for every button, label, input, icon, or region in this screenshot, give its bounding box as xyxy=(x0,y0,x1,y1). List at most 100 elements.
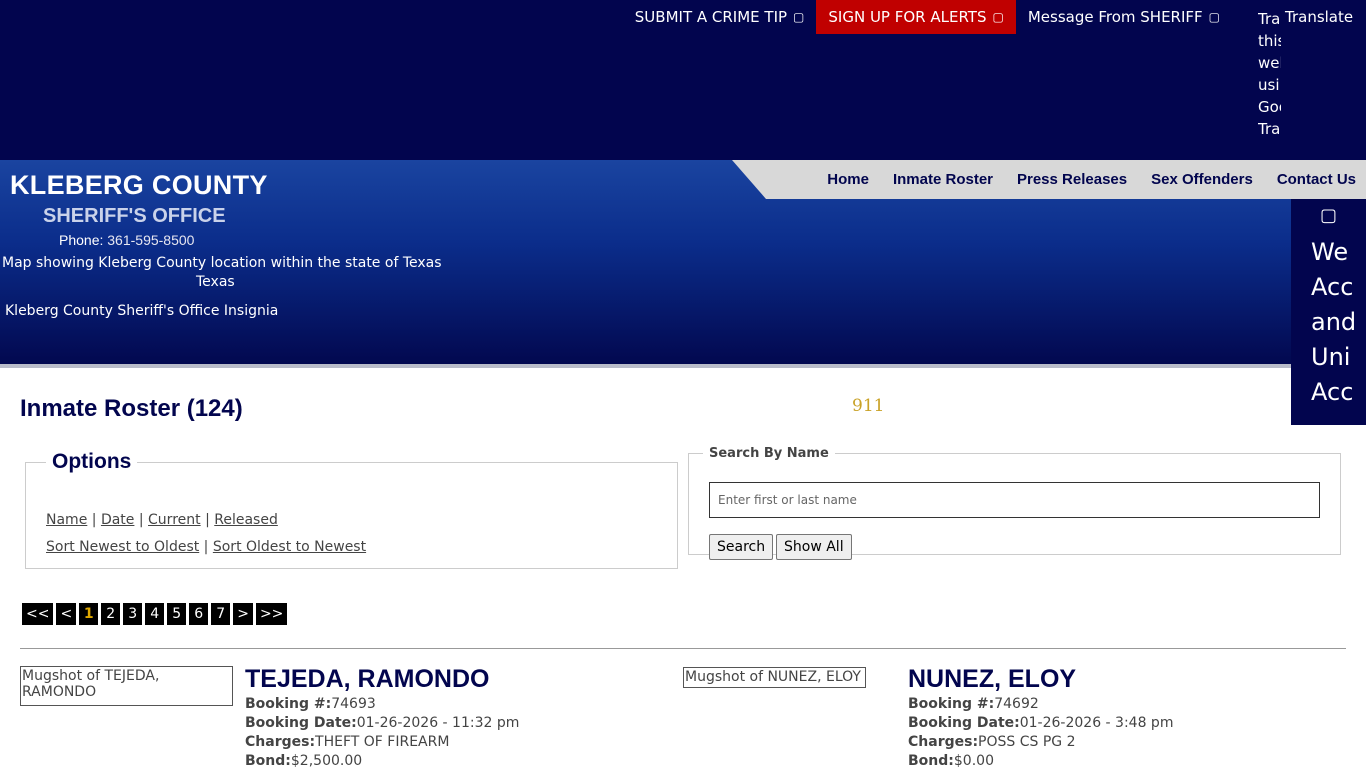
mugshot-alt: Mugshot of TEJEDA, RAMONDO xyxy=(22,668,160,700)
booking-date-label: Booking Date: xyxy=(245,715,357,731)
charges-label: Charges: xyxy=(908,734,979,750)
translate-alt-line: usi xyxy=(1258,76,1280,94)
booking-number-row: Booking #:74692 xyxy=(908,695,1173,714)
accessibility-icon: ▢ xyxy=(1320,205,1338,226)
booking-date-row: Booking Date:01-26-2026 - 11:32 pm xyxy=(245,714,519,733)
header-divider xyxy=(0,364,1366,368)
sort-oldest-link[interactable]: Sort Oldest to Newest xyxy=(213,539,366,555)
nav-inmate-roster[interactable]: Inmate Roster xyxy=(893,171,993,188)
submit-crime-tip-link[interactable]: SUBMIT A CRIME TIP ▢ xyxy=(623,0,817,34)
sort-newest-link[interactable]: Sort Newest to Oldest xyxy=(46,539,199,555)
bond-row: Bond:$0.00 xyxy=(908,752,1173,771)
translate-image-alt: Tra this wel usi Goo Tra xyxy=(1258,8,1281,140)
page-next[interactable]: > xyxy=(233,603,253,625)
site-brand[interactable]: KLEBERG COUNTY SHERIFF'S OFFICE Phone: 3… xyxy=(10,170,268,248)
page-first[interactable]: << xyxy=(22,603,54,625)
office-name: SHERIFF'S OFFICE xyxy=(43,205,226,227)
phone-line: Phone: 361-595-8500 xyxy=(59,232,194,248)
inmate-mugshot[interactable]: Mugshot of NUNEZ, ELOY xyxy=(683,667,866,688)
inmate-name[interactable]: NUNEZ, ELOY xyxy=(908,665,1076,694)
emergency-number: 911 xyxy=(852,396,885,416)
message-from-sheriff-label: Message From SHERIFF xyxy=(1027,8,1203,26)
name-search-input[interactable]: Enter first or last name xyxy=(709,482,1320,518)
charges: POSS CS PG 2 xyxy=(978,734,1076,750)
search-button[interactable]: Search xyxy=(709,534,774,560)
booking-date-row: Booking Date:01-26-2026 - 3:48 pm xyxy=(908,714,1173,733)
page-last[interactable]: >> xyxy=(255,603,288,625)
charges-row: Charges:THEFT OF FIREARM xyxy=(245,733,519,752)
booking-date: 01-26-2026 - 3:48 pm xyxy=(1019,715,1174,731)
options-panel: Options Name | Date | Current | Released… xyxy=(25,450,678,569)
roster-divider xyxy=(20,648,1346,649)
booking-number: 74693 xyxy=(331,696,376,712)
translate-alt-line: wel xyxy=(1258,54,1281,72)
external-link-icon: ▢ xyxy=(992,10,1004,24)
inmate-details: Booking #:74693 Booking Date:01-26-2026 … xyxy=(245,695,519,771)
show-all-button[interactable]: Show All xyxy=(776,534,852,560)
accessibility-image-alt: We Acc and Uni Acc xyxy=(1311,235,1357,410)
charges-label: Charges: xyxy=(245,734,316,750)
inmate-details: Booking #:74692 Booking Date:01-26-2026 … xyxy=(908,695,1173,771)
sign-up-alerts-link[interactable]: SIGN UP FOR ALERTS ▢ xyxy=(816,0,1016,34)
search-legend: Search By Name xyxy=(709,446,829,461)
page-prev[interactable]: < xyxy=(56,603,77,625)
page-6[interactable]: 6 xyxy=(189,603,209,625)
filter-name-link[interactable]: Name xyxy=(46,512,87,528)
page-2[interactable]: 2 xyxy=(101,603,121,625)
page-3[interactable]: 3 xyxy=(123,603,143,625)
options-legend: Options xyxy=(52,450,132,473)
booking-date: 01-26-2026 - 11:32 pm xyxy=(356,715,520,731)
filter-released-link[interactable]: Released xyxy=(214,512,278,528)
booking-number: 74692 xyxy=(994,696,1039,712)
translate-alt-line: Tra xyxy=(1258,120,1281,138)
filter-current-link[interactable]: Current xyxy=(148,512,201,528)
booking-date-label: Booking Date: xyxy=(908,715,1020,731)
bond: $0.00 xyxy=(953,753,994,769)
page-4[interactable]: 4 xyxy=(145,603,165,625)
nav-press-releases[interactable]: Press Releases xyxy=(1017,171,1127,188)
county-name: KLEBERG COUNTY xyxy=(10,170,268,200)
nav-home[interactable]: Home xyxy=(827,171,869,188)
nav-sex-offenders[interactable]: Sex Offenders xyxy=(1151,171,1253,188)
search-panel: Search By Name Enter first or last name … xyxy=(688,446,1341,560)
external-link-icon: ▢ xyxy=(1208,10,1220,24)
page-title: Inmate Roster (124) xyxy=(20,395,243,422)
accessibility-alt-line: and xyxy=(1311,308,1357,336)
external-link-icon: ▢ xyxy=(793,10,805,24)
insignia-alt-text: Kleberg County Sheriff's Office Insignia xyxy=(5,303,279,319)
translate-alt-line: Goo xyxy=(1258,98,1281,116)
translate-alt-line: this xyxy=(1258,32,1281,50)
charges-row: Charges:POSS CS PG 2 xyxy=(908,733,1173,752)
accessibility-widget[interactable]: ▢ We Acc and Uni Acc xyxy=(1291,199,1366,425)
translate-alt-line: Tra xyxy=(1258,10,1281,28)
bond-label: Bond: xyxy=(245,753,291,769)
filter-links: Name | Date | Current | Released xyxy=(46,512,278,528)
bond: $2,500.00 xyxy=(290,753,363,769)
inmate-mugshot[interactable]: Mugshot of TEJEDA, RAMONDO xyxy=(20,666,233,706)
inmate-name[interactable]: TEJEDA, RAMONDO xyxy=(245,665,489,694)
page-5[interactable]: 5 xyxy=(167,603,187,625)
mugshot-alt: Mugshot of NUNEZ, ELOY xyxy=(685,669,861,685)
phone-number[interactable]: 361-595-8500 xyxy=(107,232,194,248)
accessibility-alt-line: We xyxy=(1311,238,1349,266)
page-1[interactable]: 1 xyxy=(79,603,99,625)
charges: THEFT OF FIREARM xyxy=(315,734,450,750)
sign-up-alerts-label: SIGN UP FOR ALERTS xyxy=(828,8,987,26)
bond-label: Bond: xyxy=(908,753,954,769)
map-alt-text: Map showing Kleberg County location with… xyxy=(2,255,442,271)
sheriff-insignia-image: Kleberg County Sheriff's Office Insignia xyxy=(5,303,278,319)
booking-number-row: Booking #:74693 xyxy=(245,695,519,714)
bond-row: Bond:$2,500.00 xyxy=(245,752,519,771)
map-label: Texas xyxy=(196,274,235,290)
pagination: << < 1 2 3 4 5 6 7 > >> xyxy=(22,603,290,625)
nav-contact-us[interactable]: Contact Us xyxy=(1277,171,1356,188)
filter-date-link[interactable]: Date xyxy=(101,512,134,528)
message-from-sheriff-link[interactable]: Message From SHERIFF ▢ xyxy=(1016,0,1232,34)
top-links: SUBMIT A CRIME TIP ▢ SIGN UP FOR ALERTS … xyxy=(623,0,1232,34)
booking-number-label: Booking #: xyxy=(908,696,995,712)
booking-number-label: Booking #: xyxy=(245,696,332,712)
phone-label: Phone: xyxy=(59,232,104,248)
page-7[interactable]: 7 xyxy=(211,603,231,625)
accessibility-alt-line: Acc xyxy=(1311,273,1354,301)
sort-links: Sort Newest to Oldest | Sort Oldest to N… xyxy=(46,539,367,555)
